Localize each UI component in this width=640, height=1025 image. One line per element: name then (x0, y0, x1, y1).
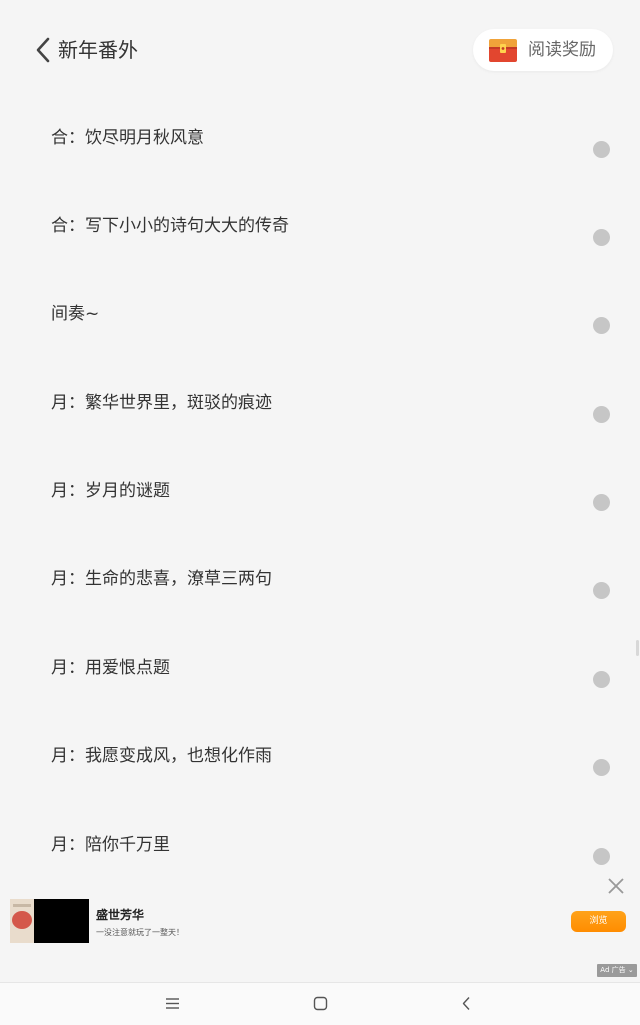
list-item: 月：生命的悲喜，潦草三两句 (0, 541, 640, 629)
ad-thumbnail-art (12, 911, 32, 929)
comment-dot[interactable] (593, 494, 610, 511)
list-item-text: 间奏~ (51, 304, 100, 324)
ad-badge[interactable]: Ad 广告 ⌄ (597, 964, 637, 977)
ad-title[interactable]: 盛世芳华 (96, 906, 144, 923)
list-item-text: 月：岁月的谜题 (51, 481, 170, 501)
comment-dot[interactable] (593, 671, 610, 688)
treasure-chest-icon (489, 39, 517, 62)
ad-thumbnail[interactable] (10, 899, 34, 943)
list-item: 合：饮尽明月秋风意 (0, 100, 640, 188)
comment-dot[interactable] (593, 406, 610, 423)
system-navigation-bar (0, 982, 640, 1025)
comment-dot[interactable] (593, 848, 610, 865)
scrollbar-handle[interactable] (636, 640, 639, 656)
list-item-text: 月：生命的悲喜，潦草三两句 (51, 569, 272, 589)
comment-dot[interactable] (593, 229, 610, 246)
list-item-text: 月：我愿变成风，也想化作雨 (51, 746, 272, 766)
ad-browse-button[interactable]: 浏览 (571, 911, 626, 932)
home-square-icon[interactable] (312, 995, 329, 1012)
reading-reward-label: 阅读奖励 (528, 40, 596, 60)
comment-dot[interactable] (593, 141, 610, 158)
list-item-text: 月：陪你千万里 (51, 835, 170, 855)
lyrics-list[interactable]: 合：饮尽明月秋风意 合：写下小小的诗句大大的传奇 间奏~ 月：繁华世界里，斑驳的… (0, 100, 640, 865)
list-item: 月：用爱恨点题 (0, 630, 640, 718)
comment-dot[interactable] (593, 317, 610, 334)
ad-thumbnail-line (13, 904, 31, 907)
list-item-text: 合：写下小小的诗句大大的传奇 (51, 216, 289, 236)
comment-dot[interactable] (593, 582, 610, 599)
ad-description: 一没注意就玩了一整天！ (96, 928, 184, 937)
comment-dot[interactable] (593, 759, 610, 776)
list-item: 合：写下小小的诗句大大的传奇 (0, 188, 640, 276)
list-item: 月：陪你千万里 (0, 807, 640, 865)
list-item-text: 月：繁华世界里，斑驳的痕迹 (51, 393, 272, 413)
menu-icon[interactable] (164, 995, 181, 1012)
list-item: 间奏~ (0, 276, 640, 364)
list-item-text: 月：用爱恨点题 (51, 658, 170, 678)
ad-image[interactable] (34, 899, 89, 943)
page-title: 新年番外 (58, 38, 138, 62)
list-item-text: 合：饮尽明月秋风意 (51, 128, 204, 148)
list-item: 月：我愿变成风，也想化作雨 (0, 718, 640, 806)
reading-reward-button[interactable]: 阅读奖励 (473, 29, 613, 71)
list-item: 月：繁华世界里，斑驳的痕迹 (0, 365, 640, 453)
list-item: 月：岁月的谜题 (0, 453, 640, 541)
chevron-left-icon[interactable] (32, 36, 56, 64)
top-bar: 新年番外 阅读奖励 (0, 0, 640, 100)
back-arrow-icon[interactable] (458, 995, 475, 1012)
ad-banner[interactable] (0, 868, 640, 980)
close-icon[interactable] (606, 876, 626, 896)
